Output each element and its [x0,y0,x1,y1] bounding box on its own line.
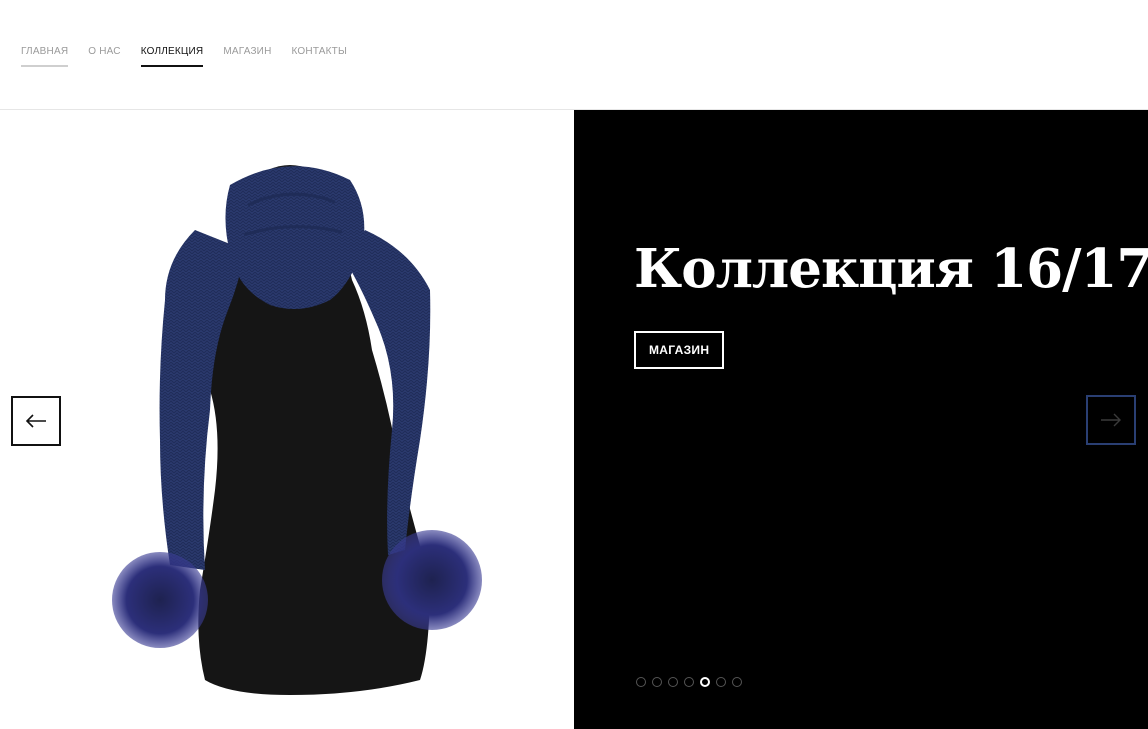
main-nav: ГЛАВНАЯ О НАС КОЛЛЕКЦИЯ МАГАЗИН КОНТАКТЫ [21,46,367,67]
slider-dot[interactable] [732,677,742,687]
nav-item-collection[interactable]: КОЛЛЕКЦИЯ [140,46,204,67]
slide-text-panel: Коллекция 16/17 МАГАЗИН [574,110,1148,729]
slider-dot[interactable] [716,677,726,687]
mannequin-scarf-illustration [112,165,482,695]
nav-item-shop[interactable]: МАГАЗИН [223,46,271,67]
slider-dot[interactable] [636,677,646,687]
slider-dot[interactable] [652,677,662,687]
prev-slide-button[interactable] [11,396,61,446]
arrow-left-icon [25,414,46,428]
nav-item-about[interactable]: О НАС [88,46,120,67]
nav-item-contacts[interactable]: КОНТАКТЫ [292,46,348,67]
nav-item-home[interactable]: ГЛАВНАЯ [21,46,69,67]
slide-title: Коллекция 16/17 [634,238,1148,300]
hero-slider: Коллекция 16/17 МАГАЗИН [0,110,1148,729]
product-image [0,110,574,729]
shop-button[interactable]: МАГАЗИН [634,331,725,369]
slider-dot-active[interactable] [700,677,710,687]
slider-dot[interactable] [668,677,678,687]
site-header: ГЛАВНАЯ О НАС КОЛЛЕКЦИЯ МАГАЗИН КОНТАКТЫ [0,0,1148,110]
next-slide-button[interactable] [1086,395,1136,445]
slider-pagination [636,677,742,687]
slider-dot[interactable] [684,677,694,687]
arrow-right-icon [1101,413,1121,427]
